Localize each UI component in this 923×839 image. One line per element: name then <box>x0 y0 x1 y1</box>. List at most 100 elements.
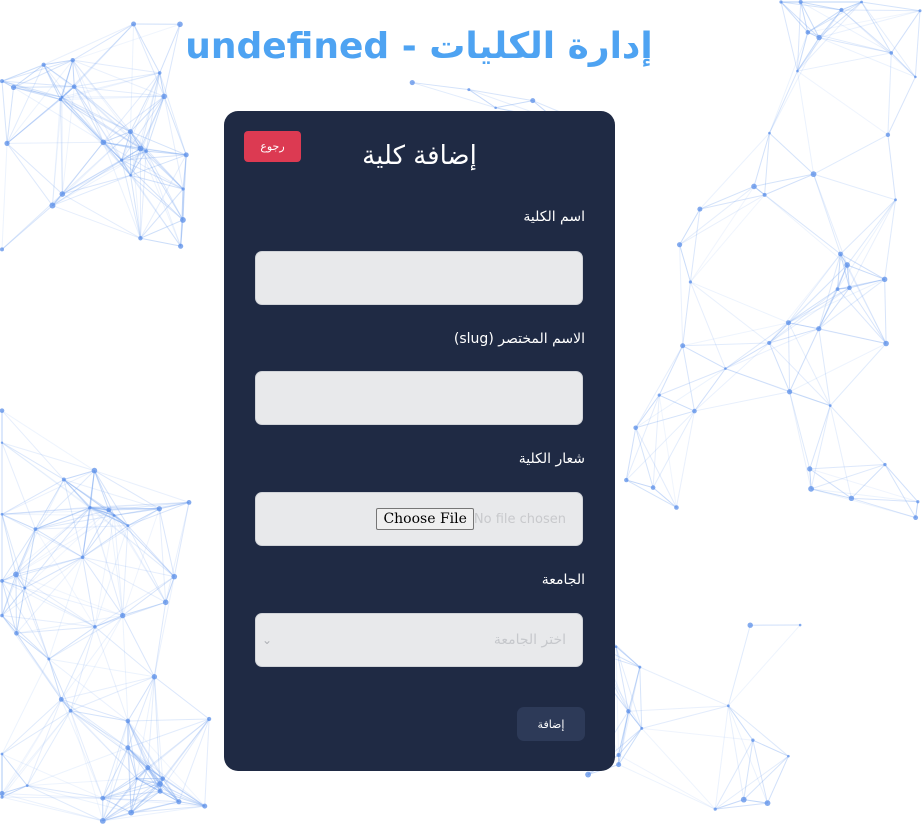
network-node <box>106 507 112 513</box>
network-node <box>916 500 920 504</box>
network-node <box>894 198 897 202</box>
network-link <box>861 1 892 54</box>
network-link <box>159 72 187 156</box>
network-node <box>68 708 73 713</box>
network-link <box>641 728 716 810</box>
network-link <box>468 89 533 102</box>
network-link <box>625 410 695 481</box>
network-link <box>725 342 770 370</box>
network-link <box>682 345 726 370</box>
network-node <box>0 441 4 444</box>
network-link <box>173 502 190 577</box>
network-node <box>626 709 631 714</box>
network-node <box>138 236 143 241</box>
college-name-input[interactable] <box>255 251 583 305</box>
submit-button[interactable]: إضافة <box>517 707 585 741</box>
network-link <box>122 576 175 616</box>
network-link <box>809 405 831 470</box>
network-link <box>768 342 791 392</box>
network-link <box>1 193 63 250</box>
network-node <box>0 795 4 799</box>
card-title: إضافة كلية <box>362 141 477 171</box>
network-node <box>883 340 889 347</box>
network-node <box>47 657 51 661</box>
network-node <box>112 514 116 517</box>
network-link <box>1 143 8 250</box>
network-node <box>135 777 138 780</box>
network-link <box>6 99 61 144</box>
network-node <box>751 183 757 190</box>
network-node <box>768 131 771 135</box>
network-link <box>818 253 841 329</box>
network-node <box>171 573 178 580</box>
network-node <box>585 771 591 778</box>
network-node <box>860 0 863 4</box>
network-link <box>6 143 63 195</box>
network-link <box>48 658 155 678</box>
choose-file-button[interactable]: Choose File <box>376 508 474 530</box>
network-link <box>7 141 104 144</box>
network-node <box>676 242 683 248</box>
network-link <box>163 96 187 156</box>
network-node <box>186 500 192 505</box>
network-node <box>688 280 693 284</box>
network-link <box>679 186 755 246</box>
network-link <box>635 345 684 429</box>
network-node <box>785 320 791 326</box>
network-node <box>0 613 4 618</box>
network-node <box>680 343 686 349</box>
network-node <box>767 340 772 346</box>
network-node <box>120 158 124 162</box>
network-link <box>679 244 684 346</box>
network-node <box>885 132 891 138</box>
network-node <box>787 754 790 758</box>
network-node <box>913 515 919 521</box>
file-status: No file chosen <box>473 511 566 527</box>
slug-input[interactable] <box>255 371 583 425</box>
network-link <box>122 615 129 721</box>
network-node <box>467 88 471 92</box>
network-link <box>727 705 745 800</box>
network-node <box>156 506 162 512</box>
network-link <box>204 719 210 807</box>
network-link <box>127 718 210 749</box>
network-link <box>70 710 104 799</box>
network-link <box>163 96 184 190</box>
network-node <box>779 0 783 4</box>
network-link <box>682 345 695 412</box>
network-link <box>145 96 165 152</box>
network-node <box>145 765 151 771</box>
network-link <box>915 501 919 518</box>
network-node <box>0 752 4 756</box>
network-node <box>0 578 4 583</box>
network-link <box>780 1 842 11</box>
network-node <box>25 784 29 787</box>
network-node <box>810 171 817 178</box>
network-link <box>658 345 684 396</box>
network-link <box>6 143 53 206</box>
university-select[interactable]: ⌄ اختر الجامعة <box>255 613 583 667</box>
network-link <box>122 601 166 617</box>
network-node <box>183 152 189 158</box>
network-link <box>62 193 141 239</box>
network-node <box>49 202 56 209</box>
network-link <box>145 150 182 247</box>
network-link <box>24 587 96 628</box>
network-link <box>82 556 175 578</box>
network-node <box>129 174 132 177</box>
network-link <box>1 556 83 582</box>
network-link <box>48 658 62 700</box>
network-link <box>6 87 15 144</box>
logo-file-input[interactable]: Choose File No file chosen <box>255 492 583 546</box>
network-node <box>674 505 679 510</box>
network-link <box>16 626 95 634</box>
logo-label: شعار الكلية <box>518 451 585 467</box>
network-node <box>633 425 639 431</box>
network-link <box>615 646 620 755</box>
network-link <box>153 602 167 677</box>
network-node <box>614 645 618 649</box>
network-link <box>127 501 190 527</box>
network-link <box>618 764 716 810</box>
network-node <box>144 149 148 153</box>
network-node <box>697 206 703 212</box>
